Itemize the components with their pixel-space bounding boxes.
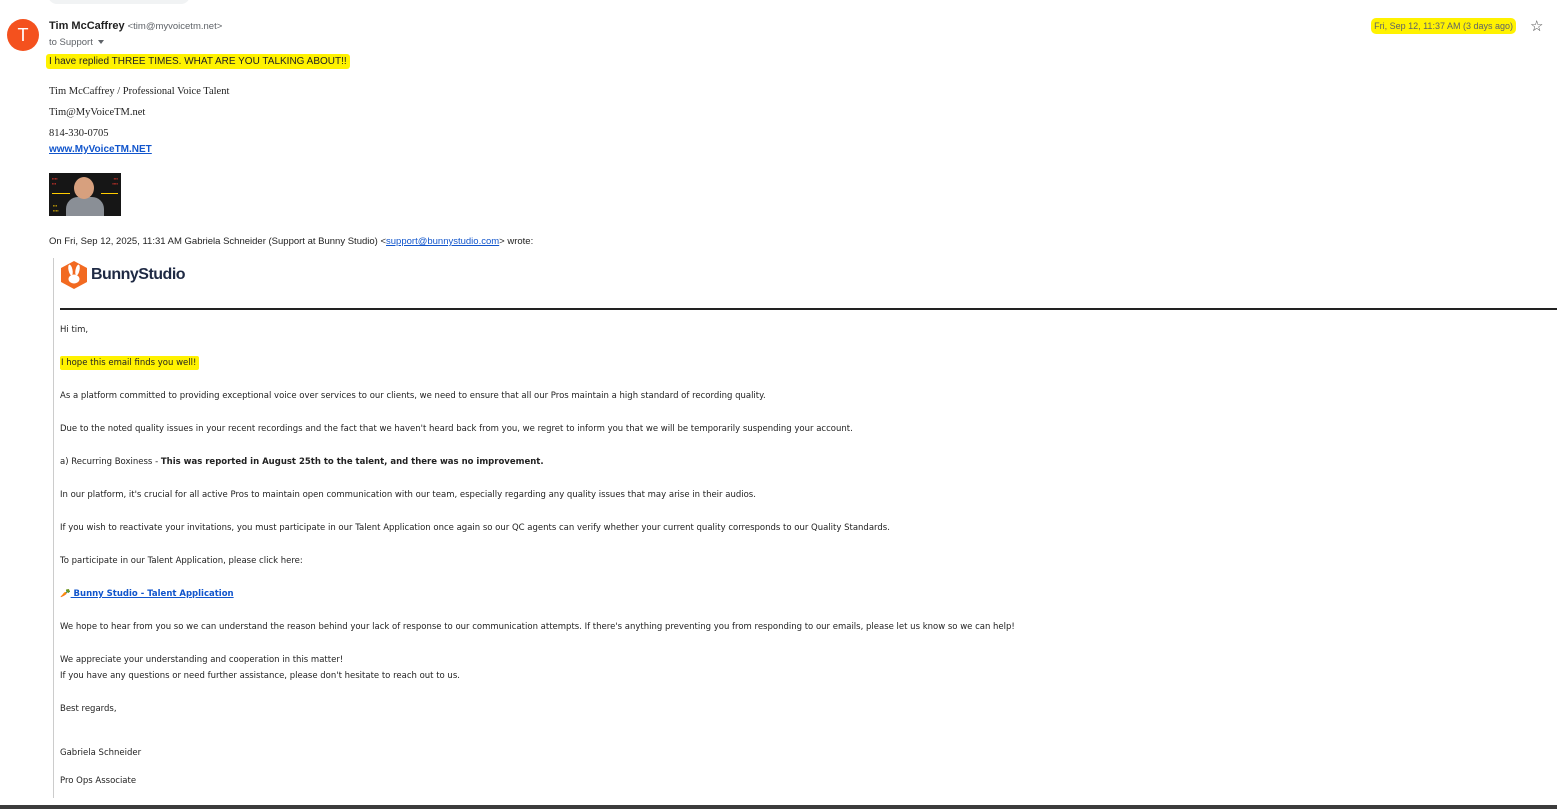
bottom-bar — [0, 805, 1557, 809]
quoted-header-email-link[interactable]: support@bunnystudio.com — [386, 236, 499, 247]
promo-person-shirt — [66, 197, 104, 216]
hope-line: I hope this email finds you well! — [60, 356, 200, 370]
message-date[interactable]: Fri, Sep 12, 11:37 AM (3 days ago) — [1371, 18, 1516, 34]
sender-avatar[interactable]: T — [7, 19, 39, 51]
promo-wave-left — [52, 193, 70, 194]
paragraph-8: If you have any questions or need furthe… — [60, 671, 460, 681]
sender-name[interactable]: Tim McCaffrey — [49, 20, 125, 32]
talent-application-row[interactable]: 🥕 Bunny Studio - Talent Application — [60, 589, 234, 599]
bunny-logo-icon — [61, 261, 87, 289]
quoted-header-prefix: On Fri, Sep 12, 2025, 11:31 AM Gabriela … — [49, 236, 387, 247]
signature-email: Tim@MyVoiceTM.net — [49, 107, 146, 118]
sender-line: Tim McCaffrey <tim@myvoicetm.net> — [49, 20, 222, 32]
signature-phone: 814-330-0705 — [49, 128, 109, 139]
talent-application-link[interactable]: Bunny Studio - Talent Application — [71, 589, 234, 599]
quoted-header: On Fri, Sep 12, 2025, 11:31 AM Gabriela … — [49, 236, 533, 247]
reply-text: I have replied THREE TIMES. WHAT ARE YOU… — [46, 54, 350, 69]
carrot-emoji: 🥕 — [60, 589, 71, 599]
top-pill — [48, 0, 190, 4]
issue-line: a) Recurring Boxiness - This was reporte… — [60, 457, 544, 467]
header-divider — [60, 308, 1557, 310]
dropdown-caret-icon[interactable] — [97, 40, 104, 45]
quoted-message: BunnyStudio Hi tim, I hope this email fi… — [53, 258, 1557, 798]
promo-red-text-left: ▪▪▪▪ ▪▪▪ — [52, 176, 58, 186]
promo-wave-right — [101, 193, 118, 194]
promo-red-text-right: ▪▪▪ ▪▪▪▪ — [112, 176, 118, 186]
paragraph-4: If you wish to reactivate your invitatio… — [60, 523, 890, 533]
greeting: Hi tim, — [60, 325, 89, 335]
signature-promo-image: ▪▪▪▪ ▪▪▪ ▪▪▪ ▪▪▪▪ ▪▪▪ ▪▪▪▪ — [49, 173, 121, 216]
recipient-line[interactable]: to Support — [49, 37, 104, 48]
signature-title: Tim McCaffrey / Professional Voice Talen… — [49, 86, 230, 97]
star-icon[interactable]: ☆ — [1530, 17, 1543, 37]
paragraph-2: Due to the noted quality issues in your … — [60, 424, 853, 434]
bunny-studio-logo: BunnyStudio — [60, 260, 186, 290]
sender-email: <tim@myvoicetm.net> — [127, 21, 223, 32]
signature-website-link[interactable]: www.MyVoiceTM.NET — [49, 144, 152, 155]
promo-yellow-text: ▪▪▪ ▪▪▪▪ — [53, 203, 59, 213]
closing: Best regards, — [60, 704, 117, 714]
hope-text: I hope this email finds you well! — [60, 356, 200, 370]
reply-body: I have replied THREE TIMES. WHAT ARE YOU… — [46, 54, 350, 69]
paragraph-7: We appreciate your understanding and coo… — [60, 655, 344, 665]
issue-bold: This was reported in August 25th to the … — [160, 457, 544, 467]
paragraph-1: As a platform committed to providing exc… — [60, 391, 766, 401]
quoted-header-suffix: > wrote: — [499, 236, 534, 247]
signer-name: Gabriela Schneider — [60, 748, 142, 758]
signer-title: Pro Ops Associate — [60, 776, 137, 786]
recipient-label: to Support — [49, 37, 93, 48]
issue-prefix: a) Recurring Boxiness - — [60, 457, 161, 467]
promo-person-face — [74, 177, 94, 199]
paragraph-5: To participate in our Talent Application… — [60, 556, 303, 566]
logo-text: BunnyStudio — [91, 266, 186, 283]
paragraph-6: We hope to hear from you so we can under… — [60, 622, 1015, 632]
paragraph-3: In our platform, it's crucial for all ac… — [60, 490, 756, 500]
